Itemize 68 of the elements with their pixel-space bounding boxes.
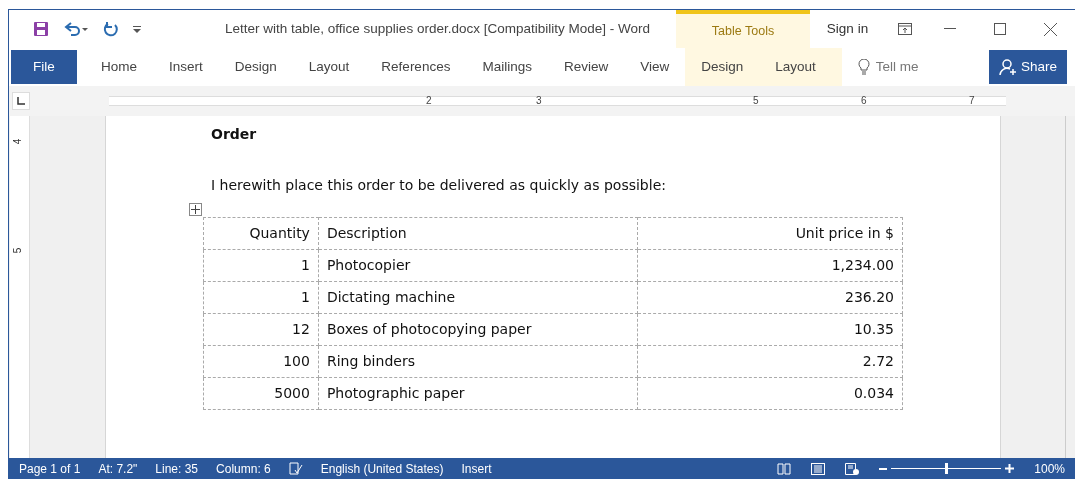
ruler-number: 5 [753, 94, 759, 108]
table-cell: 236.20 [637, 281, 903, 314]
left-tab-icon [17, 97, 25, 105]
customize-toolbar-icon[interactable] [133, 25, 141, 33]
table-cell: 5000 [203, 377, 319, 410]
table-cell: Photographic paper [318, 377, 638, 410]
slider-thumb[interactable] [945, 463, 949, 474]
status-item[interactable]: Column: 6 [216, 459, 271, 478]
person-add-icon [998, 58, 1017, 76]
zoom-level[interactable]: 100% [1034, 459, 1065, 478]
sign-in-link[interactable]: Sign in [826, 18, 869, 40]
ribbon-tab[interactable]: Design [218, 48, 293, 86]
ruler-number: 7 [969, 94, 975, 108]
web-layout-icon[interactable] [845, 462, 860, 475]
ribbon-tab[interactable]: Home [85, 48, 153, 86]
close-icon[interactable] [1043, 22, 1057, 36]
table-cell: Boxes of photocopying paper [318, 313, 638, 346]
ribbon-tab[interactable]: View [624, 48, 686, 86]
proofing-icon[interactable] [288, 462, 303, 475]
ribbon-display-icon[interactable] [898, 23, 912, 35]
table-cell: 1,234.00 [637, 249, 903, 282]
redo-icon[interactable] [103, 21, 119, 37]
share-button[interactable]: Share [988, 50, 1067, 84]
language-status[interactable]: English (United States) [320, 459, 444, 478]
column-header: Description [318, 217, 638, 250]
table-cell: Ring binders [318, 345, 638, 378]
table-cell: 12 [203, 313, 319, 346]
context-tab-header: Table Tools [676, 10, 810, 48]
paragraph: I herewith place this order to be delivered as quickly as possible: [211, 176, 667, 195]
ruler-number: 3 [536, 94, 542, 108]
table-move-handle[interactable] [189, 203, 202, 216]
minimize-icon[interactable] [944, 28, 956, 30]
tab-selector[interactable] [12, 92, 30, 110]
table-cell: 0.034 [637, 377, 903, 410]
input-mode-status[interactable]: Insert [461, 459, 492, 478]
table-cell: Dictating machine [318, 281, 638, 314]
status-item[interactable]: Line: 35 [155, 459, 199, 478]
column-header: Unit price in $ [637, 217, 903, 250]
lightbulb-icon [857, 59, 870, 75]
zoom-in-icon[interactable] [1005, 464, 1015, 473]
status-item[interactable]: Page 1 of 1 [19, 459, 81, 478]
ruler-number: 4 [11, 138, 25, 145]
save-icon[interactable] [33, 21, 49, 37]
table-cell: 1 [203, 249, 319, 282]
heading: Order [211, 125, 258, 144]
table-cell: 1 [203, 281, 319, 314]
table-cell: 2.72 [637, 345, 903, 378]
ruler-number: 6 [861, 94, 867, 108]
print-layout-icon[interactable] [811, 462, 826, 475]
ruler-number: 2 [426, 94, 432, 108]
ruler-number: 5 [11, 247, 25, 254]
file-tab[interactable]: File [11, 50, 77, 84]
ribbon-tab[interactable]: Layout [292, 48, 366, 86]
status-item[interactable]: At: 7.2" [98, 459, 138, 478]
window-title: Letter with table, office supplies order.docx [Compatibility Mode] - Word [224, 19, 651, 38]
zoom-out-icon[interactable] [879, 467, 888, 470]
ribbon-tab[interactable]: Insert [153, 48, 219, 86]
table-cell: 100 [203, 345, 319, 378]
read-mode-icon[interactable] [777, 462, 792, 475]
maximize-icon[interactable] [994, 23, 1006, 35]
table-cell: Photocopier [318, 249, 638, 282]
ribbon-tab[interactable]: Review [547, 48, 625, 86]
undo-icon[interactable] [63, 21, 89, 37]
ribbon-tab[interactable]: Mailings [466, 48, 548, 86]
tell-me-box[interactable]: Tell me [841, 48, 925, 86]
ribbon-tab[interactable]: References [365, 48, 467, 86]
column-header: Quantity [203, 217, 319, 250]
table-cell: 10.35 [637, 313, 903, 346]
